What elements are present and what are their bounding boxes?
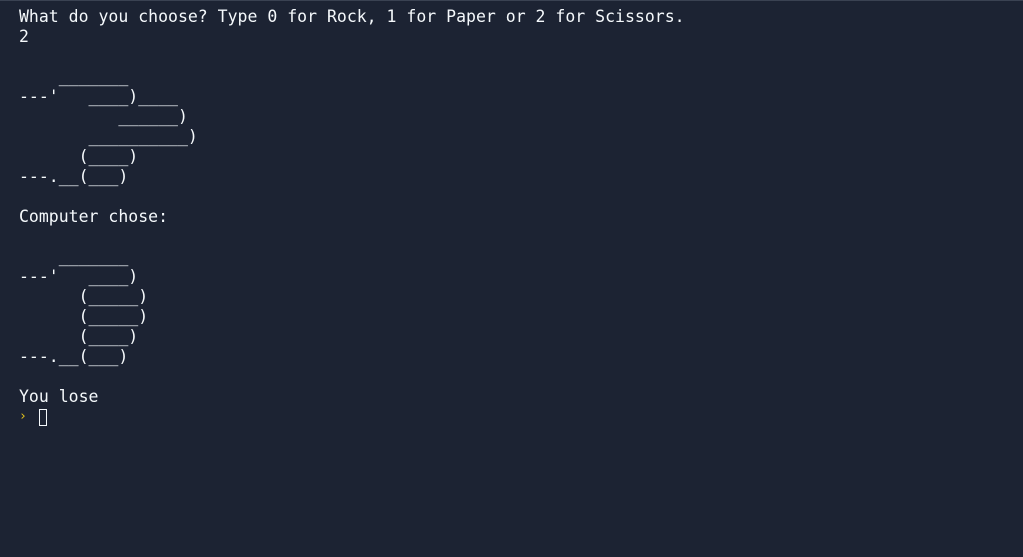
ascii-art-line: ---' ____)____ xyxy=(19,87,178,106)
ascii-art-line: ______) xyxy=(19,107,188,126)
ascii-art-line: __________) xyxy=(19,127,198,146)
ascii-art-line: ---.__(___) xyxy=(19,347,129,366)
ascii-art-line: ---' ____) xyxy=(19,267,139,286)
chevron-right-icon: › xyxy=(19,409,27,424)
output-line: Computer chose: xyxy=(19,207,169,226)
terminal-output[interactable]: What do you choose? Type 0 for Rock, 1 f… xyxy=(0,0,1023,557)
ascii-art-line: (_____) xyxy=(19,287,149,306)
result-line: You lose xyxy=(19,387,99,406)
ascii-art-line: (____) xyxy=(19,327,139,346)
ascii-art-line: _______ xyxy=(19,67,129,86)
output-line: 2 xyxy=(19,27,29,46)
ascii-art-line: ---.__(___) xyxy=(19,167,129,186)
ascii-art-line: _______ xyxy=(19,247,129,266)
output-line: What do you choose? Type 0 for Rock, 1 f… xyxy=(19,7,685,26)
ascii-art-line: (_____) xyxy=(19,307,149,326)
text-cursor[interactable] xyxy=(39,408,47,426)
ascii-art-line: (____) xyxy=(19,147,139,166)
input-prompt[interactable]: › xyxy=(19,407,1023,427)
